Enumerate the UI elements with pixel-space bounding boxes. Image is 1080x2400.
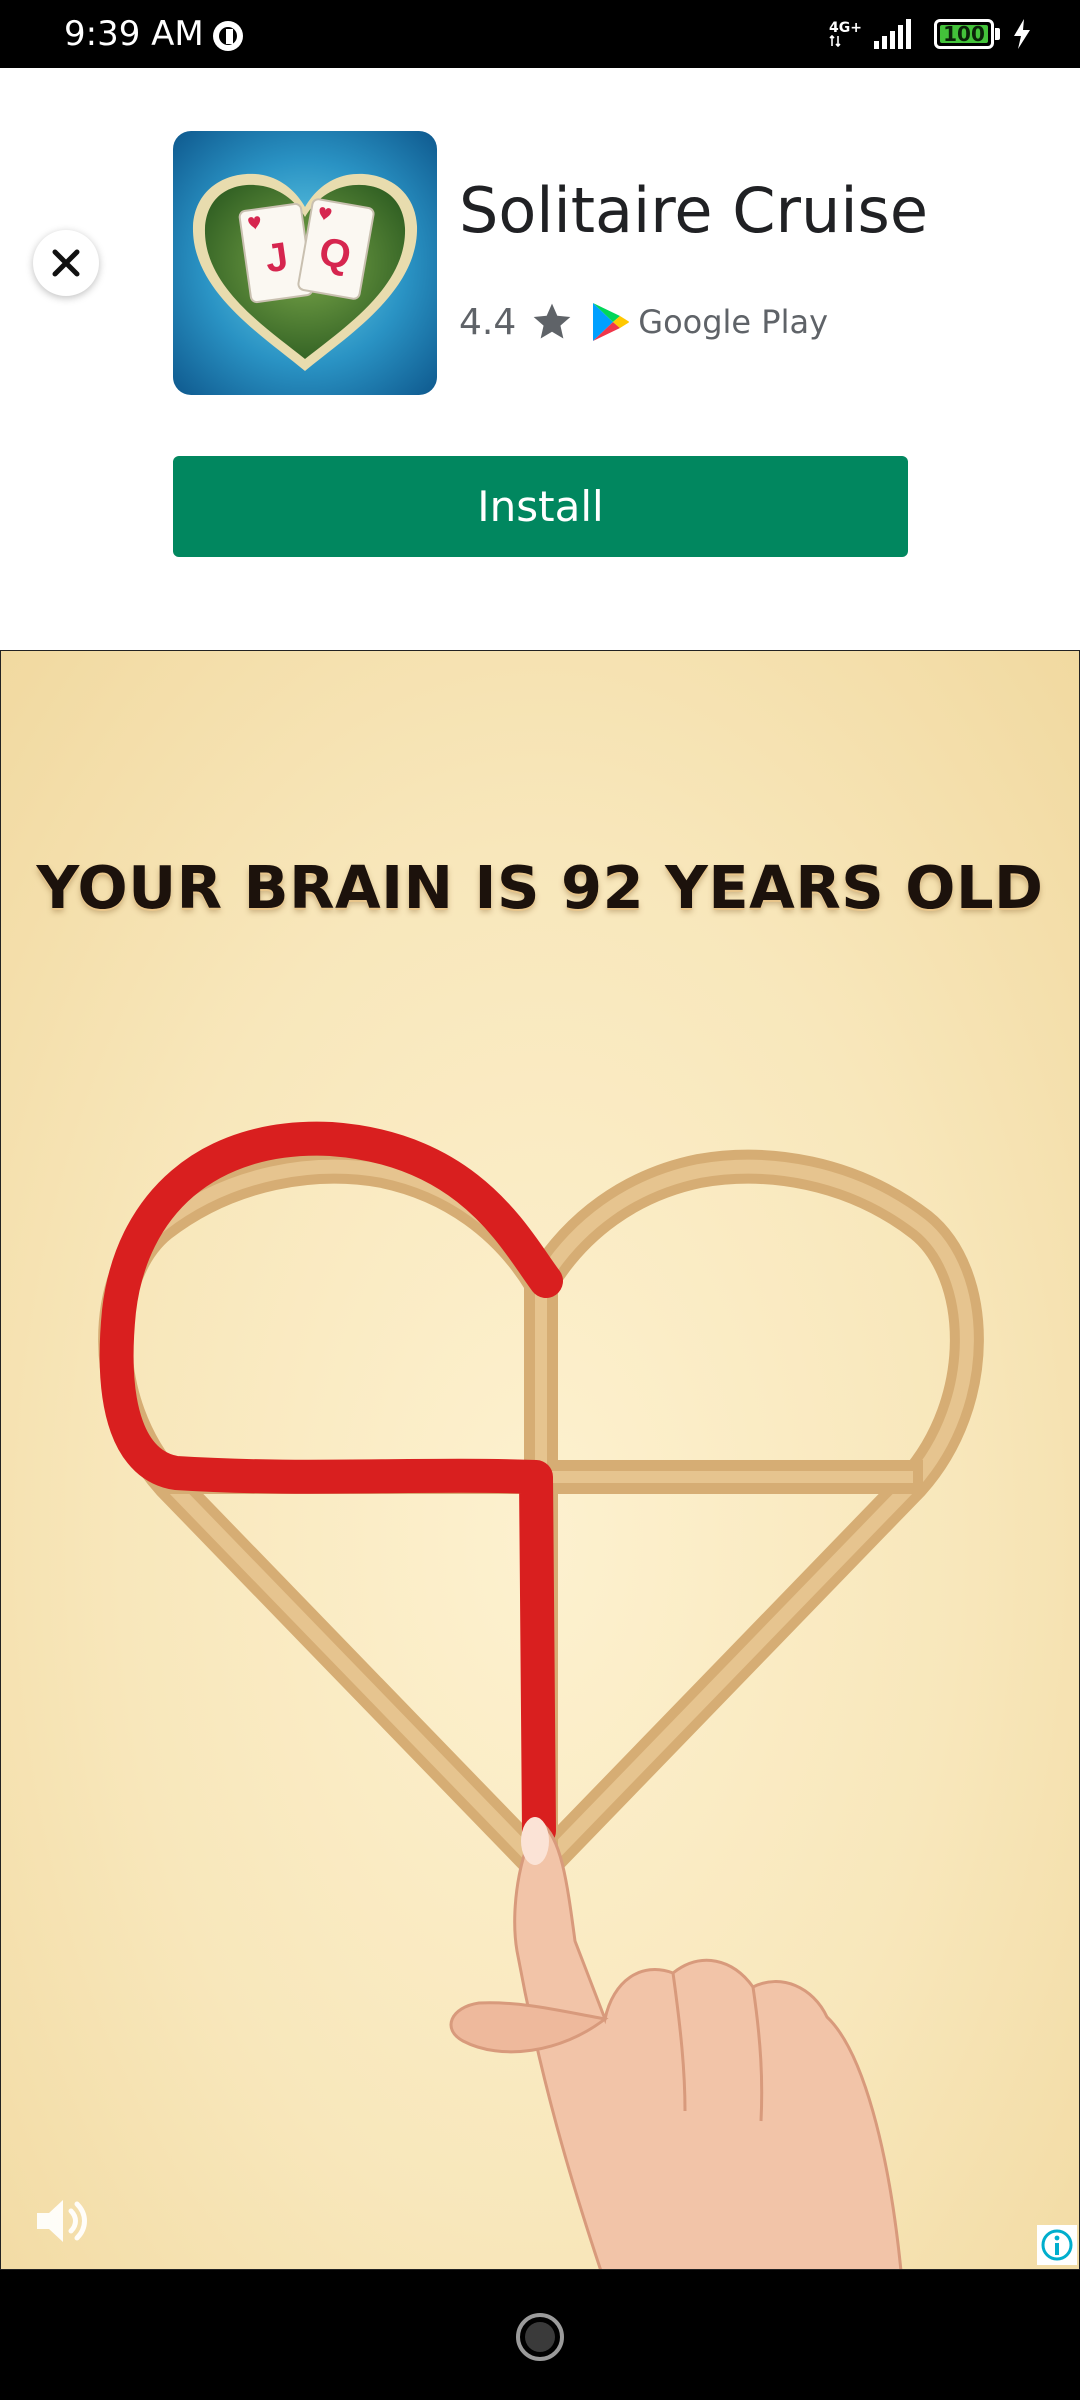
navigation-bar: [0, 2270, 1080, 2400]
install-button[interactable]: Install: [173, 456, 908, 557]
ad-creative[interactable]: YOUR BRAIN IS 92 YEARS OLD: [0, 650, 1080, 2270]
battery-tip: [995, 28, 1000, 40]
battery-level: 100: [943, 22, 985, 46]
status-time: 9:39 AM: [64, 14, 204, 54]
network-type: 4G+: [829, 20, 862, 36]
app-title[interactable]: Solitaire Cruise: [459, 174, 928, 247]
heart-puzzle: [98, 1121, 984, 2269]
ad-info-button[interactable]: [1037, 2225, 1077, 2265]
volume-icon[interactable]: [31, 2191, 91, 2251]
close-ad-button[interactable]: [33, 230, 99, 296]
store-label: Google Play: [638, 303, 829, 341]
home-icon[interactable]: [514, 2311, 566, 2363]
app-notification-icon: [213, 21, 243, 51]
charging-icon: [1014, 19, 1030, 49]
rating-row: 4.4 Google Play: [459, 292, 828, 352]
google-play-icon: [593, 303, 630, 341]
info-icon: [1041, 2229, 1073, 2261]
data-arrows-icon: [829, 35, 841, 47]
island-heart-image: J Q: [173, 131, 437, 395]
signal-icon: [874, 19, 911, 49]
status-indicators: 4G+ 100: [829, 16, 1032, 52]
battery-indicator: 100: [934, 19, 994, 49]
rating-value: 4.4: [459, 301, 517, 343]
pointing-hand: [449, 1817, 903, 2269]
drawn-path: [99, 1121, 563, 1848]
close-icon: [52, 249, 80, 277]
status-bar: 9:39 AM 4G+ 100: [0, 0, 1080, 68]
star-icon: [533, 303, 571, 339]
app-icon[interactable]: J Q: [173, 131, 437, 395]
